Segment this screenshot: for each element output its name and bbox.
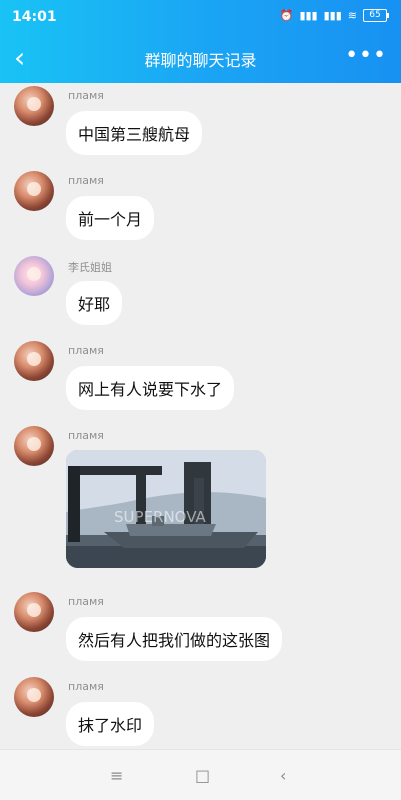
signal2-icon: ▮▮▮	[323, 9, 342, 22]
avatar-face	[27, 688, 41, 702]
message-bubble[interactable]: 然后有人把我们做的这张图	[66, 617, 283, 661]
status-time: 14:01	[12, 9, 57, 25]
alarm-icon: ⏰	[279, 9, 294, 22]
message-sender: пламя	[68, 595, 104, 608]
avatar[interactable]	[14, 592, 54, 632]
message-sender: пламя	[68, 344, 104, 357]
avatar-face	[27, 437, 41, 451]
avatar[interactable]	[14, 677, 54, 717]
system-nav-bar: ≡ □ ‹	[0, 749, 401, 800]
watermark-text: SUPERNOVA	[114, 508, 207, 526]
page-title: 群聊的聊天记录	[144, 51, 257, 70]
avatar-face	[27, 352, 41, 366]
avatar[interactable]	[14, 86, 54, 126]
avatar[interactable]	[14, 171, 54, 211]
avatar-face	[27, 182, 41, 196]
avatar-face	[27, 267, 41, 281]
battery-icon: 65	[363, 9, 389, 22]
chat-list[interactable]: пламя 中国第三艘航母 пламя 前一个月 李氏姐姐 好耶 пламя 网…	[0, 83, 401, 750]
message-sender: пламя	[68, 174, 104, 187]
message-sender: пламя	[68, 680, 104, 693]
message-sender: пламя	[68, 89, 104, 102]
home-square-icon[interactable]: □	[195, 766, 210, 785]
avatar[interactable]	[14, 341, 54, 381]
status-icons: ⏰ ▮▮▮ ▮▮▮ ≋ 65	[279, 9, 389, 22]
menu-icon[interactable]: ≡	[110, 766, 123, 785]
message-sender: пламя	[68, 429, 104, 442]
message-bubble[interactable]: 抹了水印	[66, 702, 155, 746]
more-button[interactable]: •••	[345, 43, 387, 68]
wifi-icon: ≋	[347, 9, 357, 22]
message-bubble[interactable]: 前一个月	[66, 196, 155, 240]
top-bar: 14:01 ⏰ ▮▮▮ ▮▮▮ ≋ 65 ‹ 群聊的聊天记录 •••	[0, 0, 401, 83]
back-icon[interactable]: ‹	[280, 766, 286, 785]
signal-icon: ▮▮▮	[299, 9, 318, 22]
avatar-face	[27, 603, 41, 617]
message-bubble[interactable]: 好耶	[66, 281, 123, 325]
image-message[interactable]: SUPERNOVA	[66, 450, 266, 568]
message-bubble[interactable]: 中国第三艘航母	[66, 111, 203, 155]
avatar[interactable]	[14, 256, 54, 296]
avatar-face	[27, 97, 41, 111]
carrier-image: SUPERNOVA	[66, 450, 266, 568]
avatar[interactable]	[14, 426, 54, 466]
message-bubble[interactable]: 网上有人说要下水了	[66, 366, 235, 410]
message-sender: 李氏姐姐	[68, 261, 112, 274]
